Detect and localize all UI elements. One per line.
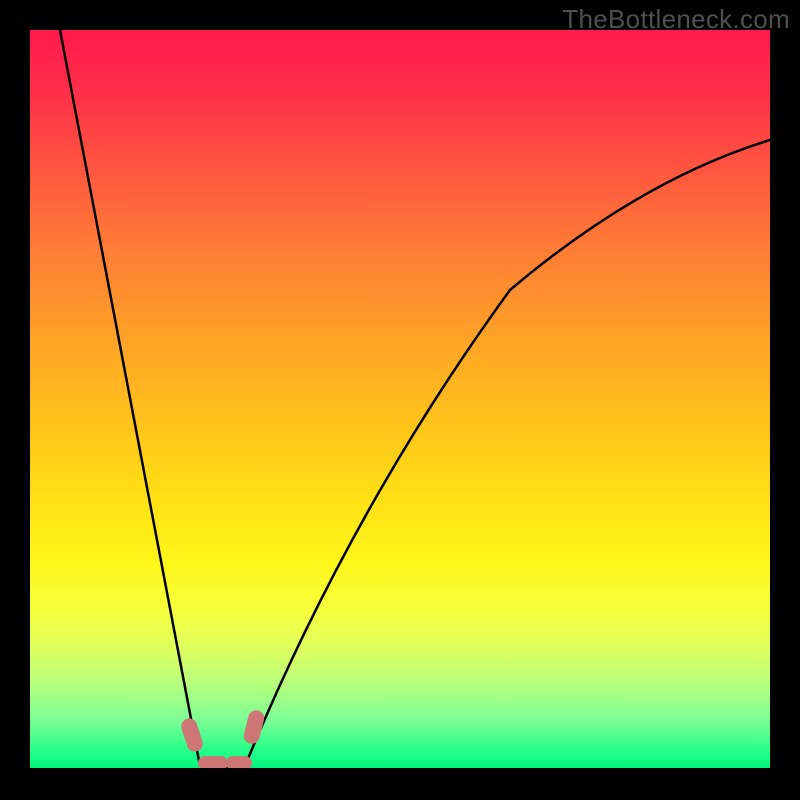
x-axis-baseline	[30, 768, 770, 770]
watermark-text: TheBottleneck.com	[562, 4, 790, 35]
plot-area	[30, 30, 770, 770]
curve-right-branch	[245, 140, 770, 766]
curve-left-branch	[60, 30, 200, 766]
bottleneck-curve	[30, 30, 770, 770]
chart-frame: TheBottleneck.com	[0, 0, 800, 800]
